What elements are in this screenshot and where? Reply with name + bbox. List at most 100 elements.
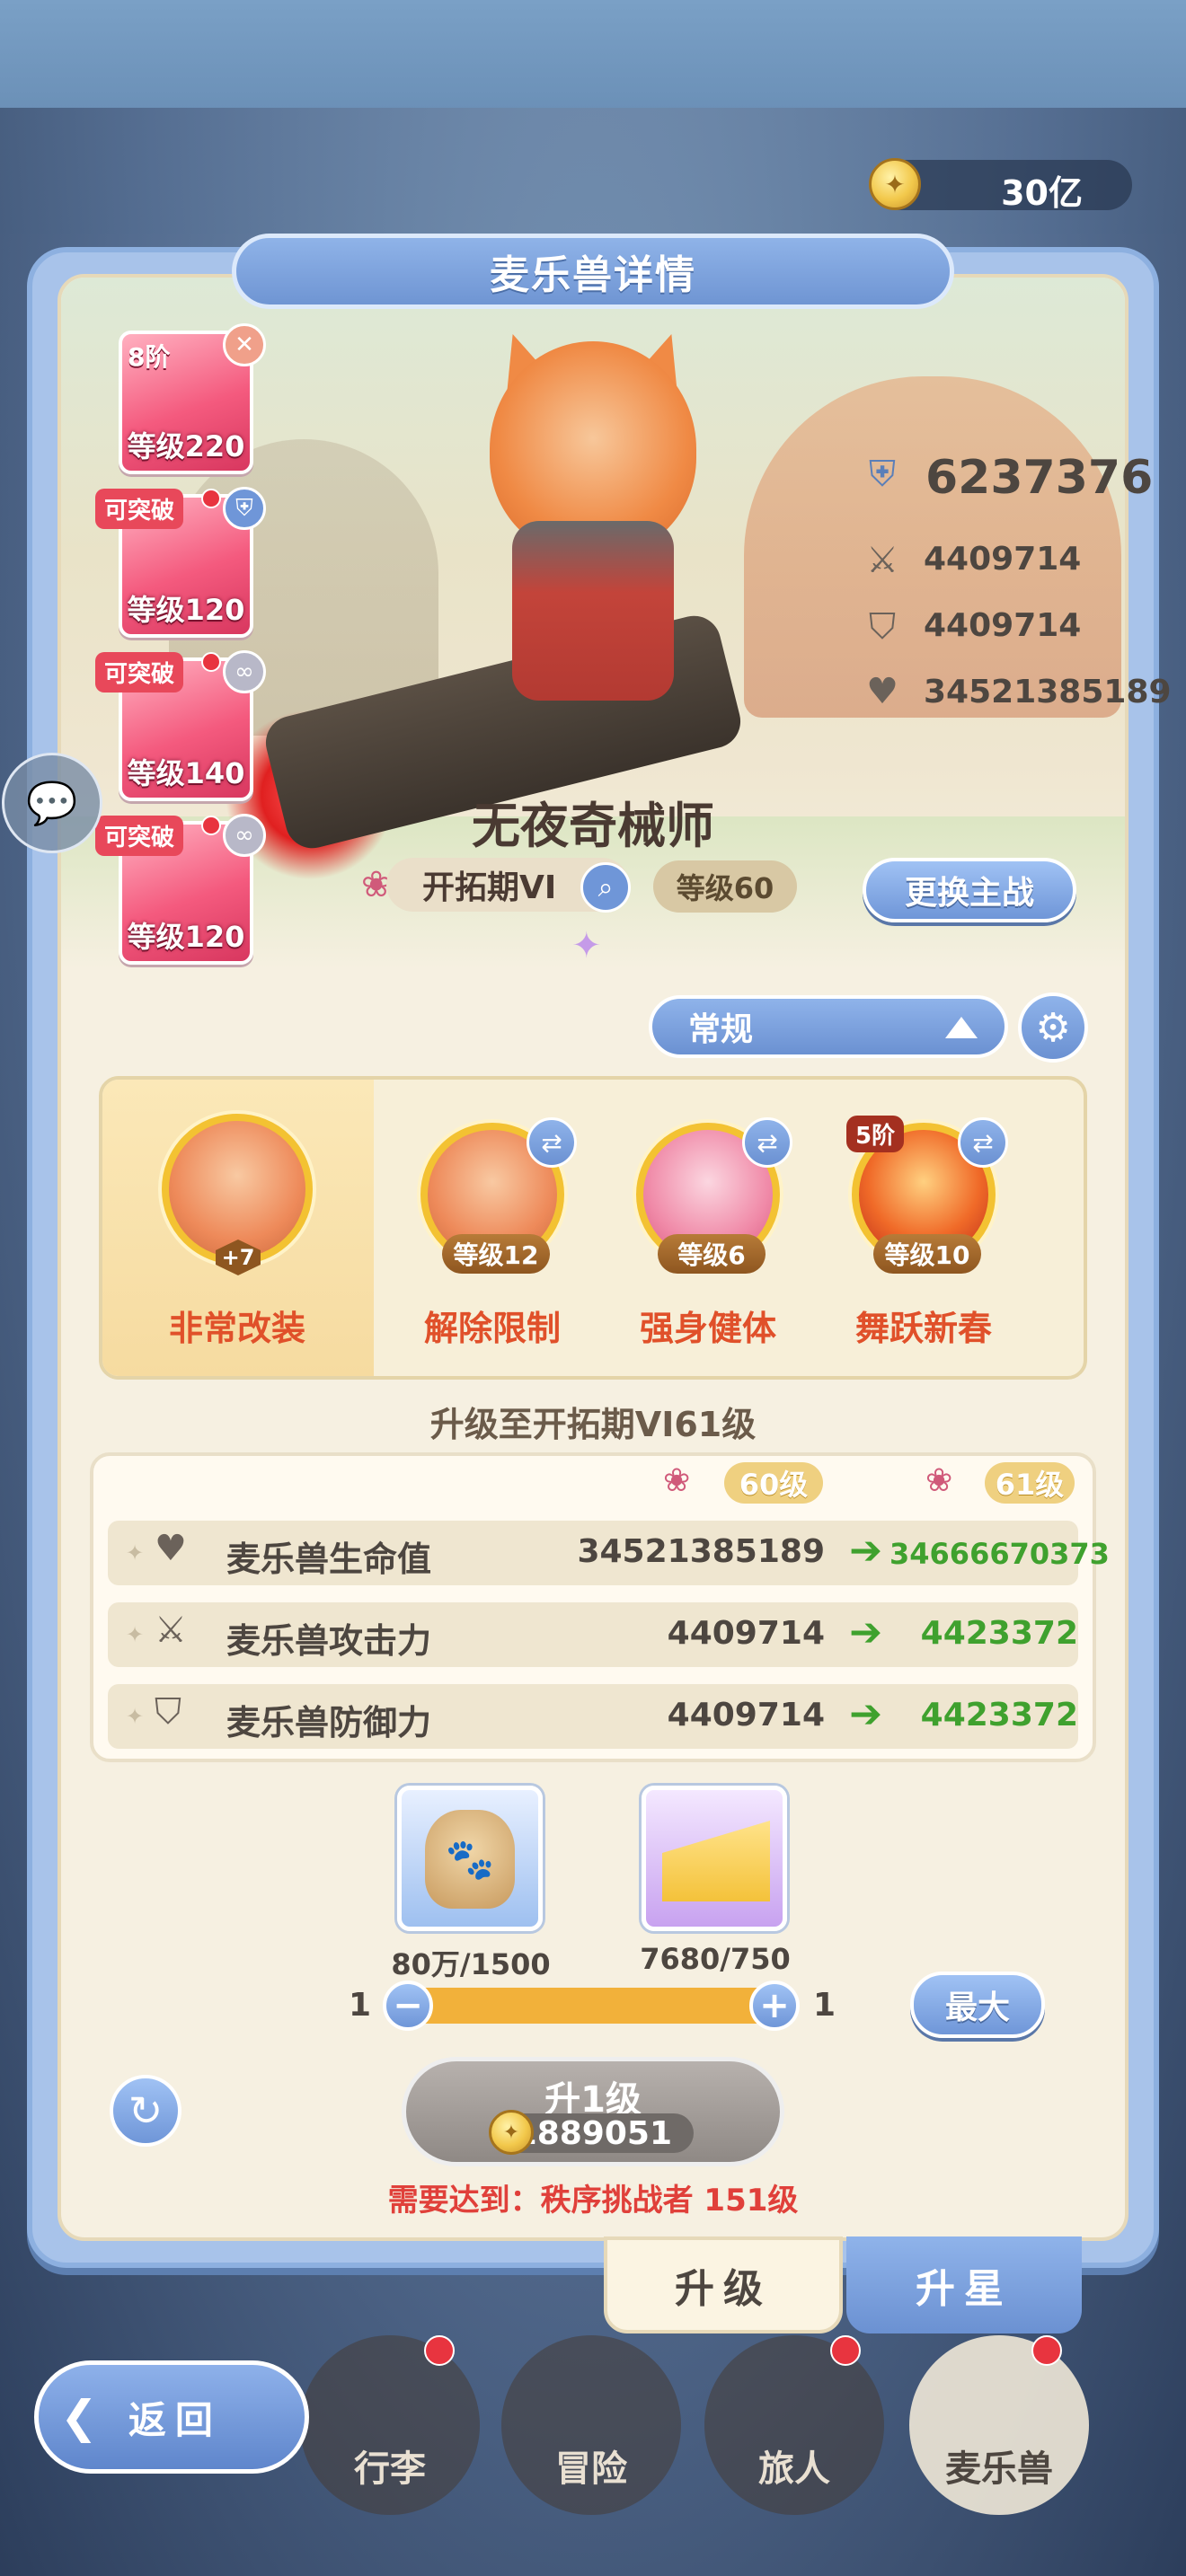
stat-next: 34666670373	[890, 1537, 1110, 1571]
level-pill: 等级60	[653, 860, 797, 913]
gear-slot-3[interactable]: 可突破 ∞ 等级140	[95, 650, 266, 801]
nav-label: 行李	[354, 2448, 426, 2490]
nav-pet[interactable]: 麦乐兽	[909, 2335, 1089, 2515]
stat-name: 麦乐兽防御力	[226, 1703, 432, 1742]
chevron-up-icon	[945, 1017, 978, 1038]
stat-row-hp: ✦ ♥ 麦乐兽生命值 34521385189 ➔ 34666670373	[108, 1521, 1110, 1585]
skill-badge: 等级10	[873, 1234, 981, 1274]
currency-amount: 30亿	[1001, 173, 1083, 213]
max-button[interactable]: 最大	[910, 1972, 1045, 2038]
from-level-pill: 60级	[724, 1462, 823, 1504]
stat-current: 4409714	[667, 1615, 825, 1652]
bullet-icon: ✦	[126, 1704, 145, 1729]
gear-slot-1[interactable]: 8阶 ✕ 等级220	[119, 323, 266, 474]
sparkle-icon: ✦	[571, 925, 602, 966]
swap-icon[interactable]: ⇄	[742, 1117, 792, 1168]
coin-icon: ✦	[869, 158, 921, 210]
arrow-right-icon: ➔	[849, 1691, 882, 1737]
arrow-right-icon: ➔	[849, 1528, 882, 1574]
nav-luggage[interactable]: 行李	[300, 2335, 480, 2515]
settings-button[interactable]: ⚙	[1018, 992, 1088, 1063]
gear-level: 等级220	[127, 429, 245, 463]
notification-dot	[201, 652, 221, 672]
heart-icon: ♥	[155, 1528, 187, 1569]
power-value: 6237376	[925, 451, 1154, 505]
stat-next: 4423372	[920, 1615, 1078, 1652]
material-cheese[interactable]	[642, 1786, 787, 1931]
panel-title: 麦乐兽详情	[232, 234, 954, 309]
dropdown-value: 常规	[688, 1011, 754, 1048]
slider-min: 1	[349, 1987, 372, 2024]
stage-label: 开拓期VI	[422, 869, 557, 906]
skill-badge: 等级6	[658, 1234, 766, 1274]
notification-dot	[1031, 2335, 1062, 2366]
upgrade-cost-value: 1889051	[514, 2114, 672, 2152]
character-body[interactable]	[512, 521, 674, 701]
nav-label: 旅人	[758, 2448, 830, 2490]
breakthrough-tag: 可突破	[95, 489, 184, 529]
mode-dropdown[interactable]: 常规	[649, 995, 1008, 1058]
refresh-button[interactable]: ↻	[110, 2075, 181, 2147]
decrease-button[interactable]: −	[383, 1981, 433, 2031]
notification-dot	[830, 2335, 861, 2366]
notification-dot	[201, 816, 221, 835]
material-count: 80万/1500	[391, 1947, 551, 1981]
material-count: 7680/750	[640, 1942, 791, 1976]
upgrade-button[interactable]: 升1级 1889051 ✦	[402, 2057, 784, 2166]
skill-item-3[interactable]: ⇄ 等级6	[636, 1117, 792, 1274]
skill-label: 非常改装	[168, 1309, 305, 1348]
bullet-icon: ✦	[126, 1540, 145, 1566]
swap-icon[interactable]: ⇄	[958, 1117, 1008, 1168]
tab-star[interactable]: 升星	[846, 2236, 1082, 2333]
skill-label: 舞跃新春	[854, 1309, 992, 1348]
shield-icon: ⛨	[223, 487, 266, 530]
nav-traveler[interactable]: 旅人	[704, 2335, 884, 2515]
crossed-swords-icon: ⚔	[155, 1610, 187, 1651]
stat-next: 4423372	[920, 1697, 1078, 1734]
refresh-icon: ↻	[128, 2086, 164, 2135]
increase-button[interactable]: +	[749, 1981, 800, 2031]
power-shield-icon: ⛨	[869, 454, 896, 495]
back-arrow-icon: ❮	[60, 2391, 107, 2443]
nav-adventure[interactable]: 冒险	[501, 2335, 681, 2515]
character-name: 无夜奇械师	[472, 798, 714, 854]
skill-badge: 等级12	[442, 1234, 550, 1274]
breakthrough-tag: 可突破	[95, 816, 184, 856]
arrow-right-icon: ➔	[849, 1610, 882, 1655]
stat-row-attack: ✦ ⚔ 麦乐兽攻击力 4409714 ➔ 4423372	[108, 1602, 1078, 1667]
skill-item-2[interactable]: ⇄ 等级12	[420, 1117, 577, 1274]
skill-item-1[interactable]: +7	[162, 1114, 313, 1275]
chat-button[interactable]: 💬	[2, 753, 102, 853]
notification-dot	[201, 489, 221, 508]
to-level-pill: 61级	[985, 1462, 1075, 1504]
currency-display: ✦ 30亿	[869, 158, 1132, 213]
gear-slot-2[interactable]: 可突破 ⛨ 等级120	[95, 487, 266, 638]
stage-flower-icon: ❀	[925, 1462, 953, 1499]
crossed-swords-icon: ✕	[223, 323, 266, 366]
change-main-button[interactable]: 更换主战	[863, 858, 1076, 922]
notification-dot	[424, 2335, 455, 2366]
shield-icon: ⛉	[869, 606, 896, 648]
gear-level: 等级140	[127, 756, 245, 790]
hp-value: 34521385189	[924, 674, 1172, 710]
quantity-slider[interactable]	[409, 1988, 786, 2024]
gear-slot-4[interactable]: 可突破 ∞ 等级120	[95, 814, 266, 965]
skill-item-4[interactable]: 5阶 ⇄ 等级10	[846, 1116, 1008, 1274]
cheese-icon	[662, 1821, 770, 1901]
zoom-icon[interactable]: ⌕	[580, 862, 631, 913]
upgrade-title: 升级至开拓期VI61级	[429, 1405, 757, 1444]
shield-icon: ⛉	[155, 1691, 181, 1733]
back-button[interactable]: ❮ 返回	[34, 2360, 309, 2474]
gear-level: 等级120	[127, 593, 245, 627]
stat-current: 34521385189	[577, 1533, 825, 1570]
swap-icon[interactable]: ⇄	[527, 1117, 577, 1168]
heart-icon: ♥	[866, 671, 898, 712]
gear-stage: 8阶	[128, 342, 171, 372]
material-food-bag[interactable]: 🐾	[397, 1786, 543, 1931]
breakthrough-tag: 可突破	[95, 652, 184, 693]
stage-flower-icon: ❀	[663, 1462, 691, 1499]
plus-icon: +	[759, 1985, 790, 2026]
link-icon: ∞	[223, 814, 266, 857]
nav-label: 冒险	[555, 2448, 627, 2490]
tab-upgrade[interactable]: 升级	[604, 2236, 843, 2333]
